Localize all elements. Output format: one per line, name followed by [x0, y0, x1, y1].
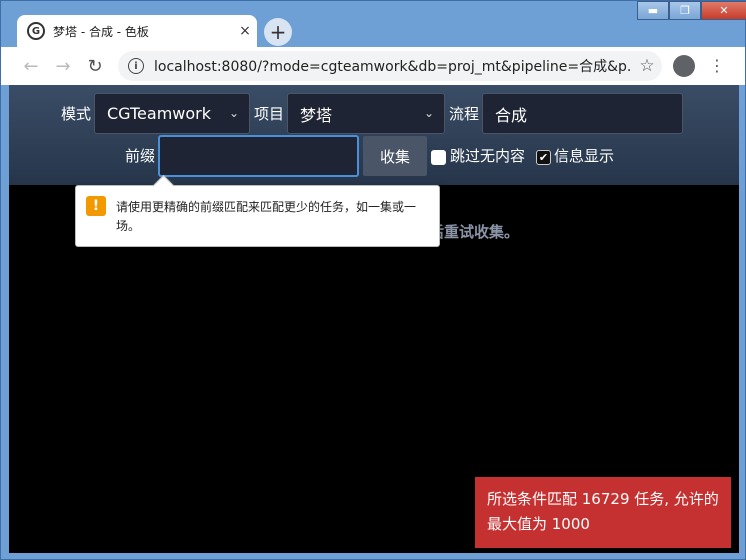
- browser-window: G 梦塔 - 合成 - 色板 × + ▬ ❐ ✕ ← → ↻ i localho…: [0, 0, 746, 560]
- mode-label: 模式: [61, 105, 92, 123]
- collect-button[interactable]: 收集: [363, 136, 427, 176]
- close-window-button[interactable]: ✕: [701, 1, 746, 20]
- browser-menu-icon[interactable]: ⋮: [709, 55, 725, 77]
- minimize-button[interactable]: ▬: [637, 1, 669, 20]
- pipeline-input[interactable]: 合成: [482, 93, 683, 134]
- pipeline-input-value: 合成: [495, 105, 528, 125]
- url-text[interactable]: localhost:8080/?mode=cgteamwork&db=proj_…: [154, 56, 632, 76]
- favicon-icon: G: [27, 22, 45, 40]
- account-avatar-icon[interactable]: [673, 55, 695, 77]
- tab-close-icon[interactable]: ×: [233, 23, 257, 39]
- prefix-input[interactable]: [158, 135, 359, 177]
- pipeline-label: 流程: [449, 105, 480, 123]
- chevron-down-icon: ⌄: [423, 106, 434, 120]
- control-panel: 模式 CGTeamwork ⌄ 项目 梦塔 ⌄ 流程 合成 前缀 收集 跳过无内…: [9, 85, 739, 185]
- chevron-down-icon: ⌄: [228, 106, 239, 120]
- project-select-value: 梦塔: [300, 105, 333, 125]
- project-label: 项目: [254, 105, 285, 123]
- back-icon[interactable]: ←: [15, 50, 47, 82]
- show-info-checkbox[interactable]: ✔: [536, 150, 551, 165]
- skip-empty-label: 跳过无内容: [450, 147, 526, 165]
- tab-title: 梦塔 - 合成 - 色板: [53, 24, 149, 39]
- project-select[interactable]: 梦塔 ⌄: [287, 93, 445, 134]
- title-bar: G 梦塔 - 合成 - 色板 × + ▬ ❐ ✕: [1, 1, 746, 47]
- window-controls: ▬ ❐ ✕: [637, 1, 746, 21]
- reload-icon[interactable]: ↻: [79, 50, 111, 82]
- browser-tab[interactable]: G 梦塔 - 合成 - 色板 ×: [17, 15, 257, 47]
- background-message: 后重试收集。: [429, 223, 520, 241]
- prefix-label: 前缀: [125, 147, 156, 165]
- new-tab-button[interactable]: +: [264, 18, 292, 46]
- skip-empty-checkbox[interactable]: [431, 150, 446, 165]
- warning-icon: !: [86, 196, 106, 216]
- page-content: 模式 CGTeamwork ⌄ 项目 梦塔 ⌄ 流程 合成 前缀 收集 跳过无内…: [9, 85, 739, 553]
- address-bar[interactable]: i localhost:8080/?mode=cgteamwork&db=pro…: [118, 51, 662, 81]
- browser-toolbar: ← → ↻ i localhost:8080/?mode=cgteamwork&…: [1, 47, 745, 85]
- bookmark-star-icon[interactable]: ☆: [632, 56, 662, 76]
- validation-tooltip: ! 请使用更精确的前缀匹配来匹配更少的任务，如一集或一场。: [75, 185, 440, 247]
- mode-select[interactable]: CGTeamwork ⌄: [94, 93, 250, 134]
- maximize-button[interactable]: ❐: [669, 1, 701, 20]
- error-toast: 所选条件匹配 16729 任务, 允许的最大值为 1000: [475, 477, 731, 548]
- site-info-icon[interactable]: i: [128, 58, 144, 74]
- tooltip-message: 请使用更精确的前缀匹配来匹配更少的任务，如一集或一场。: [116, 200, 417, 233]
- forward-icon[interactable]: →: [47, 50, 79, 82]
- mode-select-value: CGTeamwork: [107, 104, 212, 123]
- show-info-label: 信息显示: [554, 147, 615, 165]
